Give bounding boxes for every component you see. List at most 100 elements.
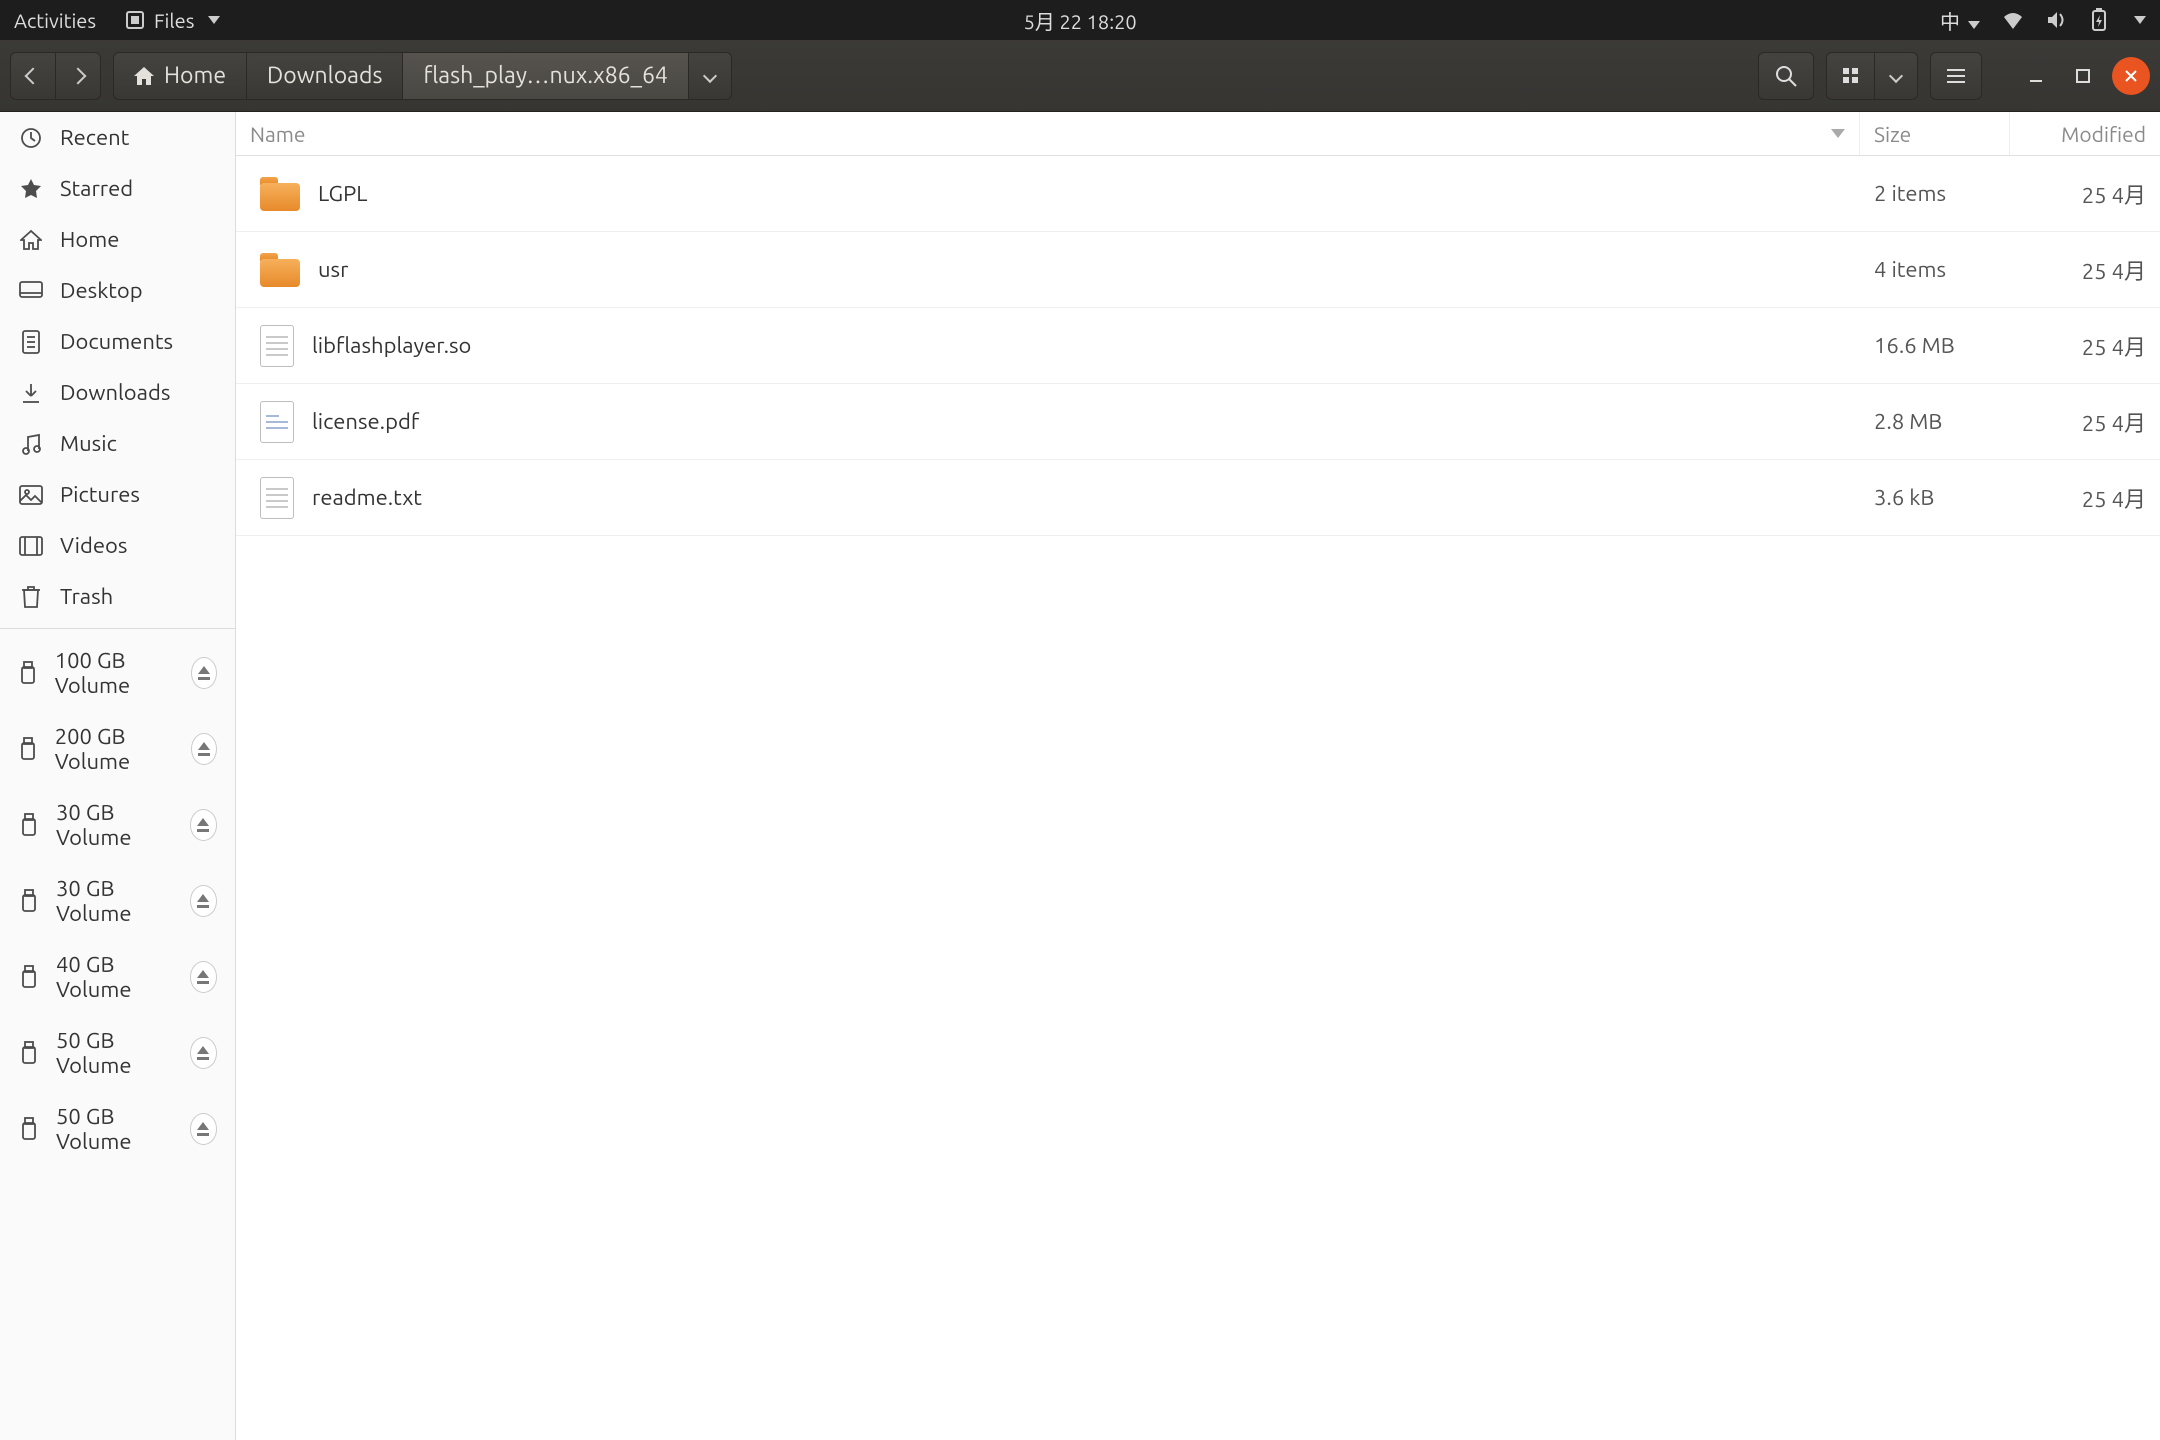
eject-button[interactable]	[190, 961, 217, 993]
sidebar-item-label: Trash	[60, 584, 113, 609]
sidebar: Recent Starred Home Desktop Documents Downloa…	[0, 112, 236, 1440]
sidebar-volume[interactable]: 30 GB Volume	[0, 863, 235, 939]
crumb-menu[interactable]	[689, 52, 732, 100]
sidebar-item-recent[interactable]: Recent	[0, 112, 235, 163]
sidebar-volume[interactable]: 30 GB Volume	[0, 787, 235, 863]
file-row[interactable]: readme.txt 3.6 kB 25 4月	[236, 460, 2160, 536]
eject-button[interactable]	[190, 885, 217, 917]
music-icon	[18, 433, 44, 455]
desktop-icon	[18, 281, 44, 301]
sidebar-item-label: Desktop	[60, 278, 143, 303]
sidebar-item-home[interactable]: Home	[0, 214, 235, 265]
eject-button[interactable]	[190, 1037, 217, 1069]
eject-button[interactable]	[190, 809, 217, 841]
folder-icon	[260, 253, 300, 287]
forward-button[interactable]	[55, 52, 101, 100]
minimize-button[interactable]	[2018, 68, 2054, 84]
usb-icon	[18, 1041, 40, 1065]
sidebar-item-label: Music	[60, 431, 117, 456]
pdf-icon	[260, 401, 294, 443]
sidebar-item-label: Recent	[60, 125, 129, 150]
file-icon	[260, 325, 294, 367]
file-row[interactable]: usr 4 items 25 4月	[236, 232, 2160, 308]
column-headers: Name Size Modified	[236, 112, 2160, 156]
crumb-current[interactable]: flash_play…nux.x86_64	[403, 52, 688, 100]
file-list: Name Size Modified LGPL 2 items 25 4月 us…	[236, 112, 2160, 1440]
maximize-button[interactable]	[2066, 69, 2100, 83]
crumb-home[interactable]: Home	[113, 52, 247, 100]
sidebar-item-label: Starred	[60, 176, 133, 201]
sidebar-item-label: Downloads	[60, 380, 170, 405]
chevron-right-icon	[70, 67, 87, 84]
back-button[interactable]	[10, 52, 55, 100]
sidebar-item-starred[interactable]: Starred	[0, 163, 235, 214]
headerbar: Home Downloads flash_play…nux.x86_64	[0, 40, 2160, 112]
col-name[interactable]: Name	[236, 112, 1860, 155]
sidebar-item-documents[interactable]: Documents	[0, 316, 235, 367]
close-icon	[2124, 69, 2138, 83]
sidebar-item-label: 50 GB Volume	[56, 1104, 174, 1154]
sidebar-item-trash[interactable]: Trash	[0, 571, 235, 622]
search-button[interactable]	[1758, 52, 1814, 100]
col-size[interactable]: Size	[1860, 112, 2010, 155]
col-modified[interactable]: Modified	[2010, 112, 2160, 155]
activities-button[interactable]: Activities	[14, 9, 96, 32]
usb-icon	[18, 889, 40, 913]
close-button[interactable]	[2112, 57, 2150, 95]
sidebar-volume[interactable]: 50 GB Volume	[0, 1015, 235, 1091]
eject-button[interactable]	[190, 1113, 217, 1145]
sidebar-item-label: 30 GB Volume	[56, 876, 174, 926]
chevron-down-icon	[208, 16, 220, 24]
document-icon	[18, 330, 44, 354]
file-modified: 25 4月	[2082, 178, 2146, 210]
breadcrumb: Home Downloads flash_play…nux.x86_64	[113, 52, 732, 100]
view-grid-button[interactable]	[1826, 52, 1874, 100]
usb-icon	[18, 737, 39, 761]
file-size: 3.6 kB	[1874, 485, 1934, 510]
sidebar-item-label: 50 GB Volume	[56, 1028, 174, 1078]
grid-icon	[1843, 68, 1858, 83]
file-modified: 25 4月	[2082, 406, 2146, 438]
usb-icon	[18, 813, 40, 837]
sidebar-volume[interactable]: 50 GB Volume	[0, 1091, 235, 1167]
chevron-down-icon	[703, 68, 717, 82]
file-row[interactable]: LGPL 2 items 25 4月	[236, 156, 2160, 232]
file-row[interactable]: libflashplayer.so 16.6 MB 25 4月	[236, 308, 2160, 384]
sidebar-item-label: Home	[60, 227, 119, 252]
usb-icon	[18, 965, 40, 989]
hamburger-menu[interactable]	[1930, 52, 1982, 100]
app-menu[interactable]: Files	[126, 9, 220, 32]
chevron-left-icon	[25, 67, 42, 84]
input-method-indicator[interactable]: 中	[1940, 6, 1980, 35]
eject-button[interactable]	[191, 733, 217, 765]
sidebar-item-label: Documents	[60, 329, 173, 354]
crumb-downloads[interactable]: Downloads	[247, 52, 403, 100]
volume-icon[interactable]	[2046, 10, 2068, 30]
system-menu-icon[interactable]	[2134, 16, 2146, 24]
file-icon	[260, 477, 294, 519]
file-modified: 25 4月	[2082, 330, 2146, 362]
eject-button[interactable]	[191, 657, 217, 689]
sidebar-item-label: Pictures	[60, 482, 140, 507]
file-size: 16.6 MB	[1874, 333, 1955, 358]
sidebar-separator	[0, 628, 235, 629]
view-menu-button[interactable]	[1874, 52, 1918, 100]
sidebar-volume[interactable]: 40 GB Volume	[0, 939, 235, 1015]
sidebar-item-music[interactable]: Music	[0, 418, 235, 469]
clock[interactable]: 5月 22 18:20	[220, 6, 1940, 35]
home-icon	[18, 229, 44, 251]
sort-desc-icon	[1831, 129, 1845, 138]
star-icon	[18, 178, 44, 200]
sidebar-item-pictures[interactable]: Pictures	[0, 469, 235, 520]
wifi-icon[interactable]	[2002, 11, 2024, 29]
sidebar-item-videos[interactable]: Videos	[0, 520, 235, 571]
trash-icon	[18, 585, 44, 609]
files-app-icon	[126, 11, 144, 29]
battery-icon[interactable]	[2090, 8, 2108, 32]
sidebar-item-desktop[interactable]: Desktop	[0, 265, 235, 316]
file-row[interactable]: license.pdf 2.8 MB 25 4月	[236, 384, 2160, 460]
sidebar-volume[interactable]: 200 GB Volume	[0, 711, 235, 787]
sidebar-item-downloads[interactable]: Downloads	[0, 367, 235, 418]
sidebar-volume[interactable]: 100 GB Volume	[0, 635, 235, 711]
gnome-topbar: Activities Files 5月 22 18:20 中	[0, 0, 2160, 40]
